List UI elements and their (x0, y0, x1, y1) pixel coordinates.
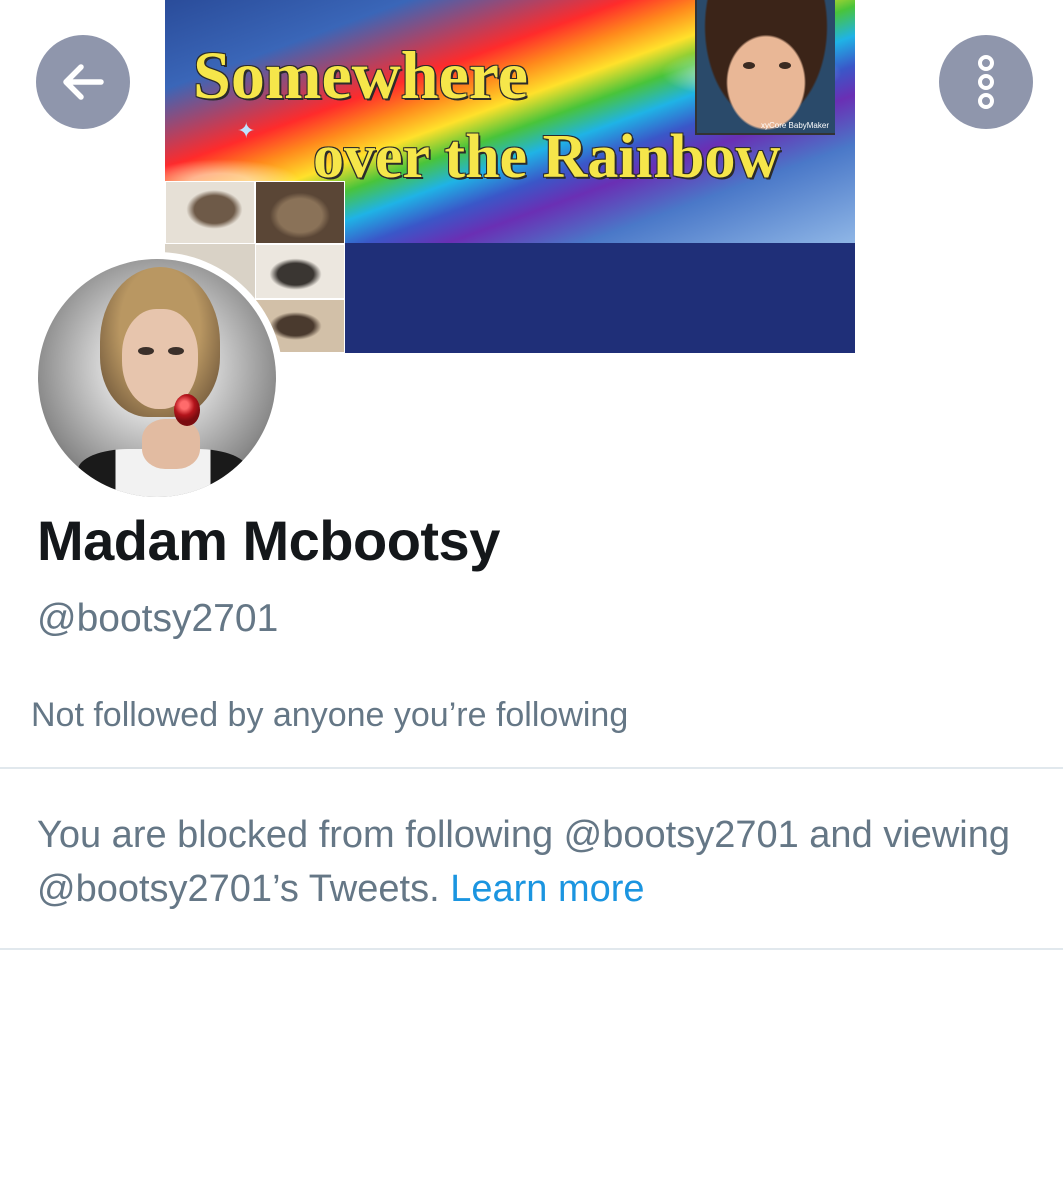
arrow-left-icon (63, 64, 104, 100)
cat-photo (255, 244, 345, 299)
followed-by-text: Not followed by anyone you’re following (31, 696, 629, 734)
divider (0, 948, 1063, 950)
banner-bottom-panel (345, 243, 855, 353)
user-handle: @bootsy2701 (37, 597, 279, 640)
divider (0, 767, 1063, 769)
display-name: Madam Mcbootsy (37, 509, 500, 572)
cat-photo (255, 181, 345, 244)
butterfly-icon: ✦ (237, 118, 256, 143)
more-vertical-icon (978, 55, 994, 109)
avatar-lollipop (174, 394, 200, 426)
cat-photo (165, 181, 255, 244)
avatar-eye-right (168, 347, 184, 355)
avatar-image (38, 259, 276, 497)
more-options-button[interactable] (939, 35, 1033, 129)
avatar-hand (142, 419, 200, 469)
banner-watermark: xyCore BabyMaker (760, 121, 829, 130)
child-eye-right (779, 62, 791, 69)
blocked-notice: You are blocked from following @bootsy27… (37, 808, 1037, 916)
banner-title-line1: Somewhere (193, 37, 528, 113)
learn-more-link[interactable]: Learn more (450, 868, 644, 910)
banner-child-photo: xyCore BabyMaker (695, 0, 835, 135)
profile-banner[interactable]: ✦ Somewhere over the Rainbow xyCore Baby… (165, 0, 855, 353)
child-eye-left (743, 62, 755, 69)
back-button[interactable] (36, 35, 130, 129)
avatar-eye-left (138, 347, 154, 355)
profile-avatar[interactable] (31, 252, 283, 504)
